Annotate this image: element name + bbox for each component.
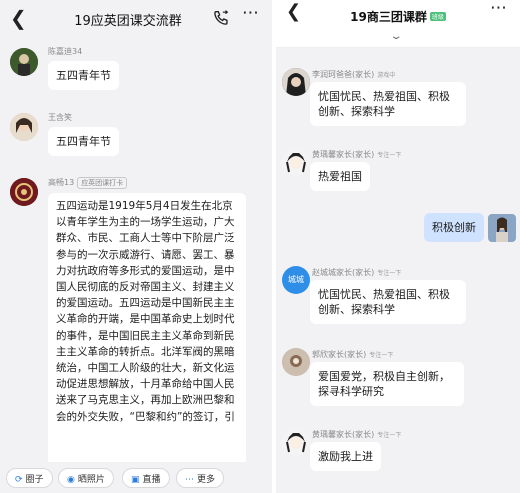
sender-name: 李润珂爸爸(家长) 游戏中 bbox=[312, 69, 395, 80]
sender-name: 赵城城家长(家长) 专注一下 bbox=[312, 267, 401, 278]
book-icon: ▣ bbox=[131, 475, 140, 485]
sender-name: 王含笑 bbox=[48, 113, 72, 122]
message-bubble[interactable]: 忧国忧民、热爱祖国、积极创新、探索科学 bbox=[310, 82, 466, 126]
toolbar-label: 直播 bbox=[142, 475, 161, 485]
sender-name-text: 赵城城家长(家长) bbox=[312, 268, 375, 277]
back-icon[interactable]: ❮ bbox=[10, 6, 27, 30]
left-chat-title: 19应英团课交流群 bbox=[74, 14, 182, 29]
sender-name: 黄瑀馨家长(家长) 专注一下 bbox=[312, 149, 401, 160]
right-chat-panel: ❮ 19商三团课群 班级 ⋯ ⌄ 李润珂爸爸(家长) 游戏中 忧国忧民、热爱祖国、积… bbox=[276, 0, 520, 493]
live-button[interactable]: ▣ 直播 bbox=[122, 468, 170, 488]
left-header: ❮ 19应英团课交流群 ⋯ bbox=[0, 0, 272, 38]
right-header: ❮ 19商三团课群 班级 ⋯ bbox=[276, 0, 520, 30]
avatar[interactable] bbox=[10, 48, 38, 76]
message-bubble[interactable]: 爱国爱党，积极自主创新，探寻科学研究 bbox=[310, 362, 464, 406]
my-avatar[interactable] bbox=[488, 214, 516, 242]
avatar[interactable] bbox=[282, 428, 310, 456]
message-bubble[interactable]: 五四青年节 bbox=[48, 127, 119, 156]
toolbar-label: 晒照片 bbox=[77, 475, 105, 485]
avatar[interactable] bbox=[282, 348, 310, 376]
right-chat-title: 19商三团课群 班级 bbox=[276, 8, 520, 25]
message-bubble[interactable]: 五四运动是1919年5月4日发生在北京以青年学生为主的一场学生运动，广大群众、市… bbox=[48, 193, 246, 468]
message-bubble[interactable]: 激励我上进 bbox=[310, 442, 381, 471]
sender-name-text: 李润珂爸爸(家长) bbox=[312, 70, 375, 79]
avatar[interactable] bbox=[282, 148, 310, 176]
toolbar-label: 圈子 bbox=[25, 475, 44, 485]
sender-badge: 应英团课打卡 bbox=[77, 177, 128, 189]
sender-status: 专注一下 bbox=[369, 352, 394, 359]
more-options-icon[interactable]: ⋯ bbox=[242, 3, 260, 23]
circle-icon: ⟳ bbox=[15, 475, 23, 485]
class-tag: 班级 bbox=[429, 12, 446, 21]
circle-button[interactable]: ⟳ 圈子 bbox=[6, 468, 53, 488]
my-message-bubble[interactable]: 积极创新 bbox=[424, 213, 484, 242]
more-options-icon[interactable]: ⋯ bbox=[490, 0, 508, 18]
sender-status: 专注一下 bbox=[377, 432, 402, 439]
camera-icon: ◉ bbox=[67, 475, 75, 485]
message-bubble[interactable]: 五四青年节 bbox=[48, 61, 119, 90]
sender-name: 郭欣家长(家长) 专注一下 bbox=[312, 349, 393, 360]
avatar[interactable] bbox=[10, 113, 38, 141]
avatar[interactable] bbox=[10, 178, 38, 206]
right-chat-title-text: 19商三团课群 bbox=[350, 10, 427, 24]
more-button[interactable]: ⋯ 更多 bbox=[176, 468, 225, 488]
more-icon: ⋯ bbox=[185, 475, 194, 485]
sender-name-text: 高畅13 bbox=[48, 178, 75, 187]
phone-call-icon[interactable] bbox=[212, 9, 230, 27]
sender-name: 陈嘉迪34 bbox=[48, 47, 83, 56]
left-chat-panel: ❮ 19应英团课交流群 ⋯ 陈嘉迪34 五四青年节 王含笑 五四青年节 高畅13… bbox=[0, 0, 272, 493]
sender-name-text: 黄瑀馨家长(家长) bbox=[312, 150, 375, 159]
sender-name-text: 黄瑀馨家长(家长) bbox=[312, 430, 375, 439]
sender-name: 高畅13 应英团课打卡 bbox=[48, 177, 128, 189]
collapse-bar[interactable]: ⌄ bbox=[276, 30, 520, 48]
sender-status: 专注一下 bbox=[377, 152, 402, 159]
message-bubble[interactable]: 热爱祖国 bbox=[310, 162, 370, 191]
sender-name: 黄瑀馨家长(家长) 专注一下 bbox=[312, 429, 401, 440]
sender-status: 游戏中 bbox=[377, 72, 396, 79]
chevron-down-icon[interactable]: ⌄ bbox=[389, 31, 402, 42]
avatar[interactable] bbox=[282, 68, 310, 96]
avatar[interactable]: 城城 bbox=[282, 266, 310, 294]
share-photos-button[interactable]: ◉ 晒照片 bbox=[58, 468, 114, 488]
sender-name-text: 郭欣家长(家长) bbox=[312, 350, 367, 359]
message-bubble[interactable]: 忧国忧民、热爱祖国、积极创新、探索科学 bbox=[310, 280, 466, 324]
sender-status: 专注一下 bbox=[377, 270, 402, 277]
bottom-toolbar: ⟳ 圈子 ◉ 晒照片 ▣ 直播 ⋯ 更多 bbox=[0, 462, 272, 493]
toolbar-label: 更多 bbox=[197, 475, 216, 485]
